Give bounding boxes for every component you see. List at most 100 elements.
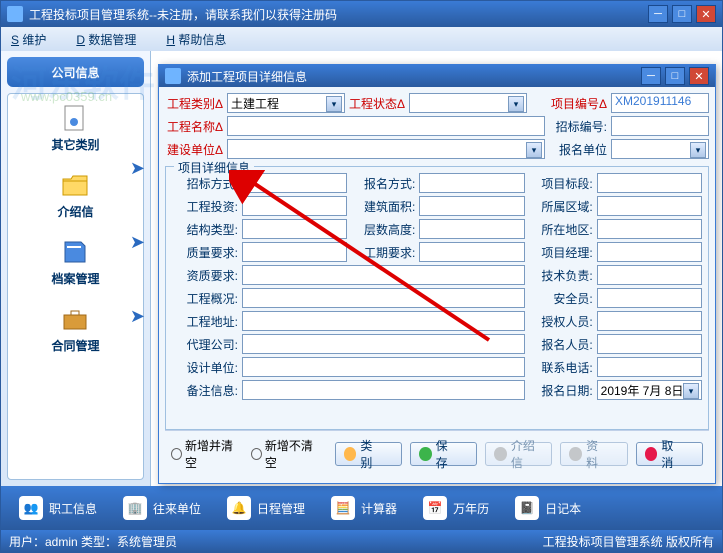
input-project-number[interactable]: XM201911146	[611, 93, 709, 113]
input-investment[interactable]	[242, 196, 347, 216]
sidebar-label: 其它类别	[51, 136, 99, 153]
tool-calendar[interactable]: 📅万年历	[415, 492, 497, 524]
input-tech-lead[interactable]	[597, 265, 702, 285]
cancel-button[interactable]: 取 消	[636, 442, 703, 466]
material-button[interactable]: 资 料	[560, 442, 627, 466]
label-construction-unit: 建设单位Δ	[165, 141, 225, 158]
select-project-type[interactable]: 土建工程	[227, 93, 345, 113]
label-bid-number: 招标编号:	[547, 118, 609, 135]
label-address: 工程地址:	[172, 313, 240, 330]
tool-calculator[interactable]: 🧮计算器	[323, 492, 405, 524]
category-button[interactable]: 类 别	[335, 442, 402, 466]
input-duration[interactable]	[419, 242, 524, 262]
notebook-icon: 📓	[515, 496, 539, 520]
input-structure[interactable]	[242, 219, 347, 239]
save-button[interactable]: 保 存	[410, 442, 477, 466]
input-qualification[interactable]	[242, 265, 525, 285]
label-auth-person: 授权人员:	[527, 313, 595, 330]
dialog-minimize-button[interactable]: ─	[641, 67, 661, 85]
radio-group-new: 新增并清空 新增不清空	[171, 437, 319, 471]
dialog-footer: 新增并清空 新增不清空 类 别 保 存 介绍信 资 料 取 消	[165, 430, 709, 477]
input-region[interactable]	[597, 196, 702, 216]
sidebar-item-other[interactable]: 其它类别	[51, 104, 99, 153]
label-overview: 工程概况:	[172, 290, 240, 307]
sidebar-header[interactable]: 公司信息	[7, 57, 144, 87]
input-auth-person[interactable]	[597, 311, 702, 331]
label-qualification: 资质要求:	[172, 267, 240, 284]
staff-icon: 👥	[19, 496, 43, 520]
label-investment: 工程投资:	[172, 198, 240, 215]
menu-maintain[interactable]: S 维护	[11, 31, 46, 48]
input-project-name[interactable]	[227, 116, 545, 136]
menu-help[interactable]: H 帮助信息	[166, 31, 226, 48]
tool-staff[interactable]: 👥职工信息	[11, 492, 105, 524]
select-project-status[interactable]	[409, 93, 527, 113]
sidebar-item-contract[interactable]: 合同管理	[51, 305, 99, 354]
status-bar: 用户：admin 类型：系统管理员 工程投标项目管理系统 版权所有	[1, 530, 722, 552]
menu-data[interactable]: D 数据管理	[76, 31, 136, 48]
label-project-number: 项目编号Δ	[551, 95, 609, 112]
tool-diary[interactable]: 📓日记本	[507, 492, 589, 524]
select-construction-unit[interactable]	[227, 139, 545, 159]
label-apply-method: 报名方式:	[349, 175, 417, 192]
select-apply-unit[interactable]	[611, 139, 709, 159]
status-right: 工程投标项目管理系统 版权所有	[543, 533, 714, 550]
input-bid-number[interactable]	[611, 116, 709, 136]
label-apply-date: 报名日期:	[527, 382, 595, 399]
calculator-icon: 🧮	[331, 496, 355, 520]
input-manager[interactable]	[597, 242, 702, 262]
input-address[interactable]	[242, 311, 525, 331]
folder-icon	[61, 171, 89, 199]
close-button[interactable]: ✕	[696, 5, 716, 23]
input-safety[interactable]	[597, 288, 702, 308]
material-icon	[569, 447, 582, 461]
label-floors: 层数高度:	[349, 221, 417, 238]
sidebar-item-archive[interactable]: 档案管理	[51, 238, 99, 287]
label-bid-method: 招标方式:	[172, 175, 240, 192]
input-overview[interactable]	[242, 288, 525, 308]
dialog-titlebar: 添加工程项目详细信息 ─ □ ✕	[159, 65, 715, 87]
input-floors[interactable]	[419, 219, 524, 239]
label-region: 所属区域:	[527, 198, 595, 215]
minimize-button[interactable]: ─	[648, 5, 668, 23]
sidebar: 公司信息 其它类别 ➤ 介绍信 ➤ 档案管理 ➤	[1, 51, 151, 486]
input-design-unit[interactable]	[242, 357, 525, 377]
input-bid-method[interactable]	[242, 173, 347, 193]
radio-new-clear[interactable]: 新增并清空	[171, 437, 239, 471]
dialog-title: 添加工程项目详细信息	[187, 68, 641, 85]
input-applicant[interactable]	[597, 334, 702, 354]
arrow-icon: ➤	[130, 158, 145, 179]
input-agency[interactable]	[242, 334, 525, 354]
label-project-type: 工程类别Δ	[165, 95, 225, 112]
label-project-name: 工程名称Δ	[165, 118, 225, 135]
label-tech-lead: 技术负责:	[527, 267, 595, 284]
input-area[interactable]	[419, 196, 524, 216]
sidebar-item-intro[interactable]: 介绍信	[57, 171, 93, 220]
input-location[interactable]	[597, 219, 702, 239]
bell-icon: 🔔	[227, 496, 251, 520]
radio-new-keep[interactable]: 新增不清空	[251, 437, 319, 471]
dialog-maximize-button[interactable]: □	[665, 67, 685, 85]
intro-icon	[494, 447, 507, 461]
input-apply-method[interactable]	[419, 173, 524, 193]
input-phone[interactable]	[597, 357, 702, 377]
maximize-button[interactable]: □	[672, 5, 692, 23]
label-manager: 项目经理:	[527, 244, 595, 261]
input-section[interactable]	[597, 173, 702, 193]
main-titlebar: 工程投标项目管理系统--未注册，请联系我们以获得注册码 ─ □ ✕	[1, 1, 722, 27]
tool-units[interactable]: 🏢往来单位	[115, 492, 209, 524]
sidebar-label: 档案管理	[51, 270, 99, 287]
menu-bar: S 维护 D 数据管理 H 帮助信息	[1, 27, 722, 51]
arrow-icon: ➤	[130, 232, 145, 253]
app-icon	[7, 6, 23, 22]
tool-schedule[interactable]: 🔔日程管理	[219, 492, 313, 524]
label-duration: 工期要求:	[349, 244, 417, 261]
label-design-unit: 设计单位:	[172, 359, 240, 376]
input-remark[interactable]	[242, 380, 525, 400]
intro-button[interactable]: 介绍信	[485, 442, 552, 466]
units-icon: 🏢	[123, 496, 147, 520]
document-icon	[61, 104, 89, 132]
input-quality[interactable]	[242, 242, 347, 262]
dialog-close-button[interactable]: ✕	[689, 67, 709, 85]
input-apply-date[interactable]: 2019年 7月 8日	[597, 380, 702, 400]
